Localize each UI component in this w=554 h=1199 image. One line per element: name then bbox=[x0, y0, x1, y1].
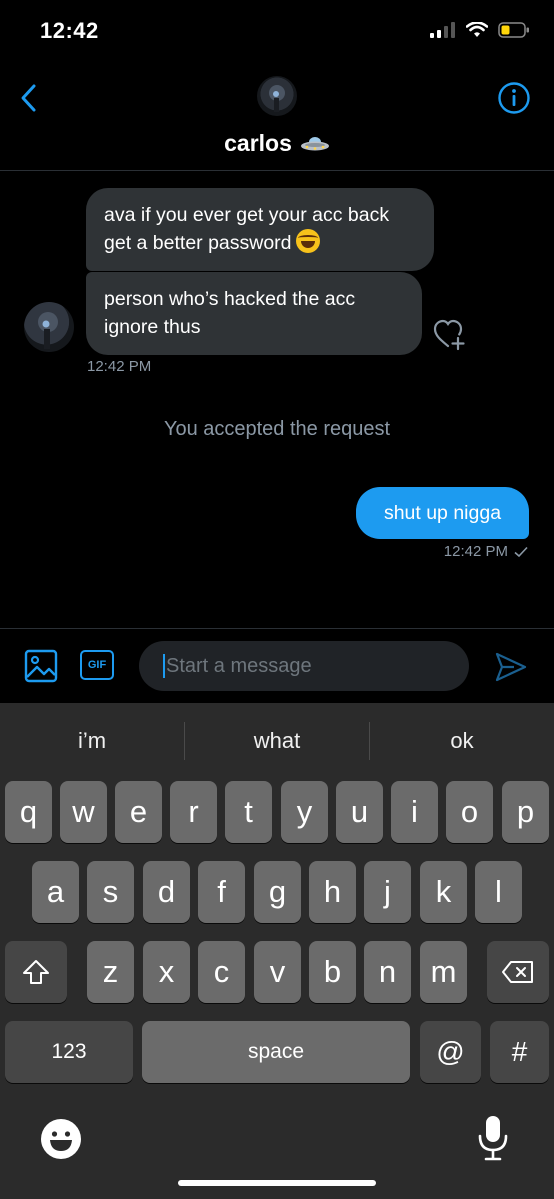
add-photo-button[interactable] bbox=[24, 649, 58, 683]
key-r[interactable]: r bbox=[170, 781, 217, 843]
home-indicator[interactable] bbox=[178, 1180, 376, 1186]
key-d[interactable]: d bbox=[143, 861, 190, 923]
message-input[interactable]: Start a message bbox=[139, 641, 469, 691]
outgoing-timestamp: 12:42 PM bbox=[444, 543, 528, 560]
key-o[interactable]: o bbox=[446, 781, 493, 843]
key-u[interactable]: u bbox=[336, 781, 383, 843]
status-icons bbox=[430, 22, 530, 38]
key-p[interactable]: p bbox=[502, 781, 549, 843]
suggestion-3[interactable]: ok bbox=[370, 713, 554, 769]
battery-icon bbox=[498, 22, 529, 38]
key-n[interactable]: n bbox=[364, 941, 411, 1003]
key-j[interactable]: j bbox=[364, 861, 411, 923]
numbers-key[interactable]: 123 bbox=[5, 1021, 133, 1083]
key-m[interactable]: m bbox=[420, 941, 467, 1003]
ufo-icon bbox=[300, 136, 329, 150]
contact-avatar[interactable] bbox=[257, 76, 297, 116]
key-x[interactable]: x bbox=[143, 941, 190, 1003]
chevron-left-icon bbox=[21, 84, 36, 112]
key-s[interactable]: s bbox=[87, 861, 134, 923]
info-button[interactable] bbox=[496, 80, 532, 116]
header-divider bbox=[0, 170, 554, 171]
key-l[interactable]: l bbox=[475, 861, 522, 923]
emoji-icon bbox=[41, 1119, 81, 1159]
info-icon bbox=[498, 82, 530, 114]
at-key[interactable]: @ bbox=[420, 1021, 481, 1083]
wifi-icon bbox=[466, 22, 488, 37]
avatar-photo-icon bbox=[38, 312, 58, 349]
suggestion-1[interactable]: i’m bbox=[0, 713, 184, 769]
heart-plus-icon bbox=[433, 319, 465, 351]
key-g[interactable]: g bbox=[254, 861, 301, 923]
image-icon bbox=[24, 649, 58, 683]
status-time: 12:42 bbox=[40, 18, 99, 43]
contact-name-title[interactable]: carlos bbox=[0, 130, 554, 157]
key-z[interactable]: z bbox=[87, 941, 134, 1003]
incoming-message-text: person who’s hacked the acc ignore thus bbox=[104, 288, 356, 338]
react-button[interactable] bbox=[432, 318, 468, 352]
contact-name: carlos bbox=[224, 130, 292, 156]
send-icon bbox=[495, 652, 527, 682]
outgoing-message[interactable]: shut up nigga bbox=[356, 487, 529, 539]
avatar-photo-icon bbox=[269, 85, 285, 112]
shift-key[interactable] bbox=[5, 941, 67, 1003]
backspace-icon bbox=[502, 961, 533, 983]
delete-key[interactable] bbox=[487, 941, 549, 1003]
key-f[interactable]: f bbox=[198, 861, 245, 923]
key-v[interactable]: v bbox=[254, 941, 301, 1003]
hash-key[interactable]: # bbox=[490, 1021, 549, 1083]
emoji-button[interactable] bbox=[40, 1118, 82, 1160]
composer-divider bbox=[0, 628, 554, 629]
back-button[interactable] bbox=[14, 80, 46, 116]
key-c[interactable]: c bbox=[198, 941, 245, 1003]
system-message: You accepted the request bbox=[163, 418, 391, 440]
incoming-message[interactable]: ava if you ever get your acc back get a … bbox=[86, 188, 434, 271]
key-h[interactable]: h bbox=[309, 861, 356, 923]
text-caret bbox=[163, 654, 165, 678]
sender-avatar[interactable] bbox=[24, 302, 74, 352]
key-q[interactable]: q bbox=[5, 781, 52, 843]
key-e[interactable]: e bbox=[115, 781, 162, 843]
key-i[interactable]: i bbox=[391, 781, 438, 843]
cellular-signal-icon bbox=[430, 22, 455, 38]
laughing-emoji-icon bbox=[295, 229, 320, 253]
key-k[interactable]: k bbox=[420, 861, 467, 923]
outgoing-message-text: shut up nigga bbox=[383, 501, 502, 524]
space-key[interactable]: space bbox=[142, 1021, 410, 1083]
key-y[interactable]: y bbox=[281, 781, 328, 843]
message-input-placeholder: Start a message bbox=[166, 654, 312, 677]
send-button[interactable] bbox=[494, 650, 528, 684]
key-w[interactable]: w bbox=[60, 781, 107, 843]
message-timestamp: 12:42 PM bbox=[443, 543, 508, 560]
incoming-message-text: ava if you ever get your acc back get a … bbox=[104, 204, 390, 254]
message-timestamp: 12:42 PM bbox=[87, 358, 152, 375]
suggestion-2[interactable]: what bbox=[185, 713, 369, 769]
gif-button[interactable]: GIF bbox=[80, 650, 114, 680]
key-b[interactable]: b bbox=[309, 941, 356, 1003]
microphone-icon bbox=[478, 1116, 508, 1161]
dictation-button[interactable] bbox=[476, 1114, 510, 1162]
shift-icon bbox=[23, 960, 49, 984]
check-icon bbox=[514, 546, 528, 557]
key-a[interactable]: a bbox=[32, 861, 79, 923]
incoming-message[interactable]: person who’s hacked the acc ignore thus bbox=[86, 272, 422, 355]
key-t[interactable]: t bbox=[225, 781, 272, 843]
